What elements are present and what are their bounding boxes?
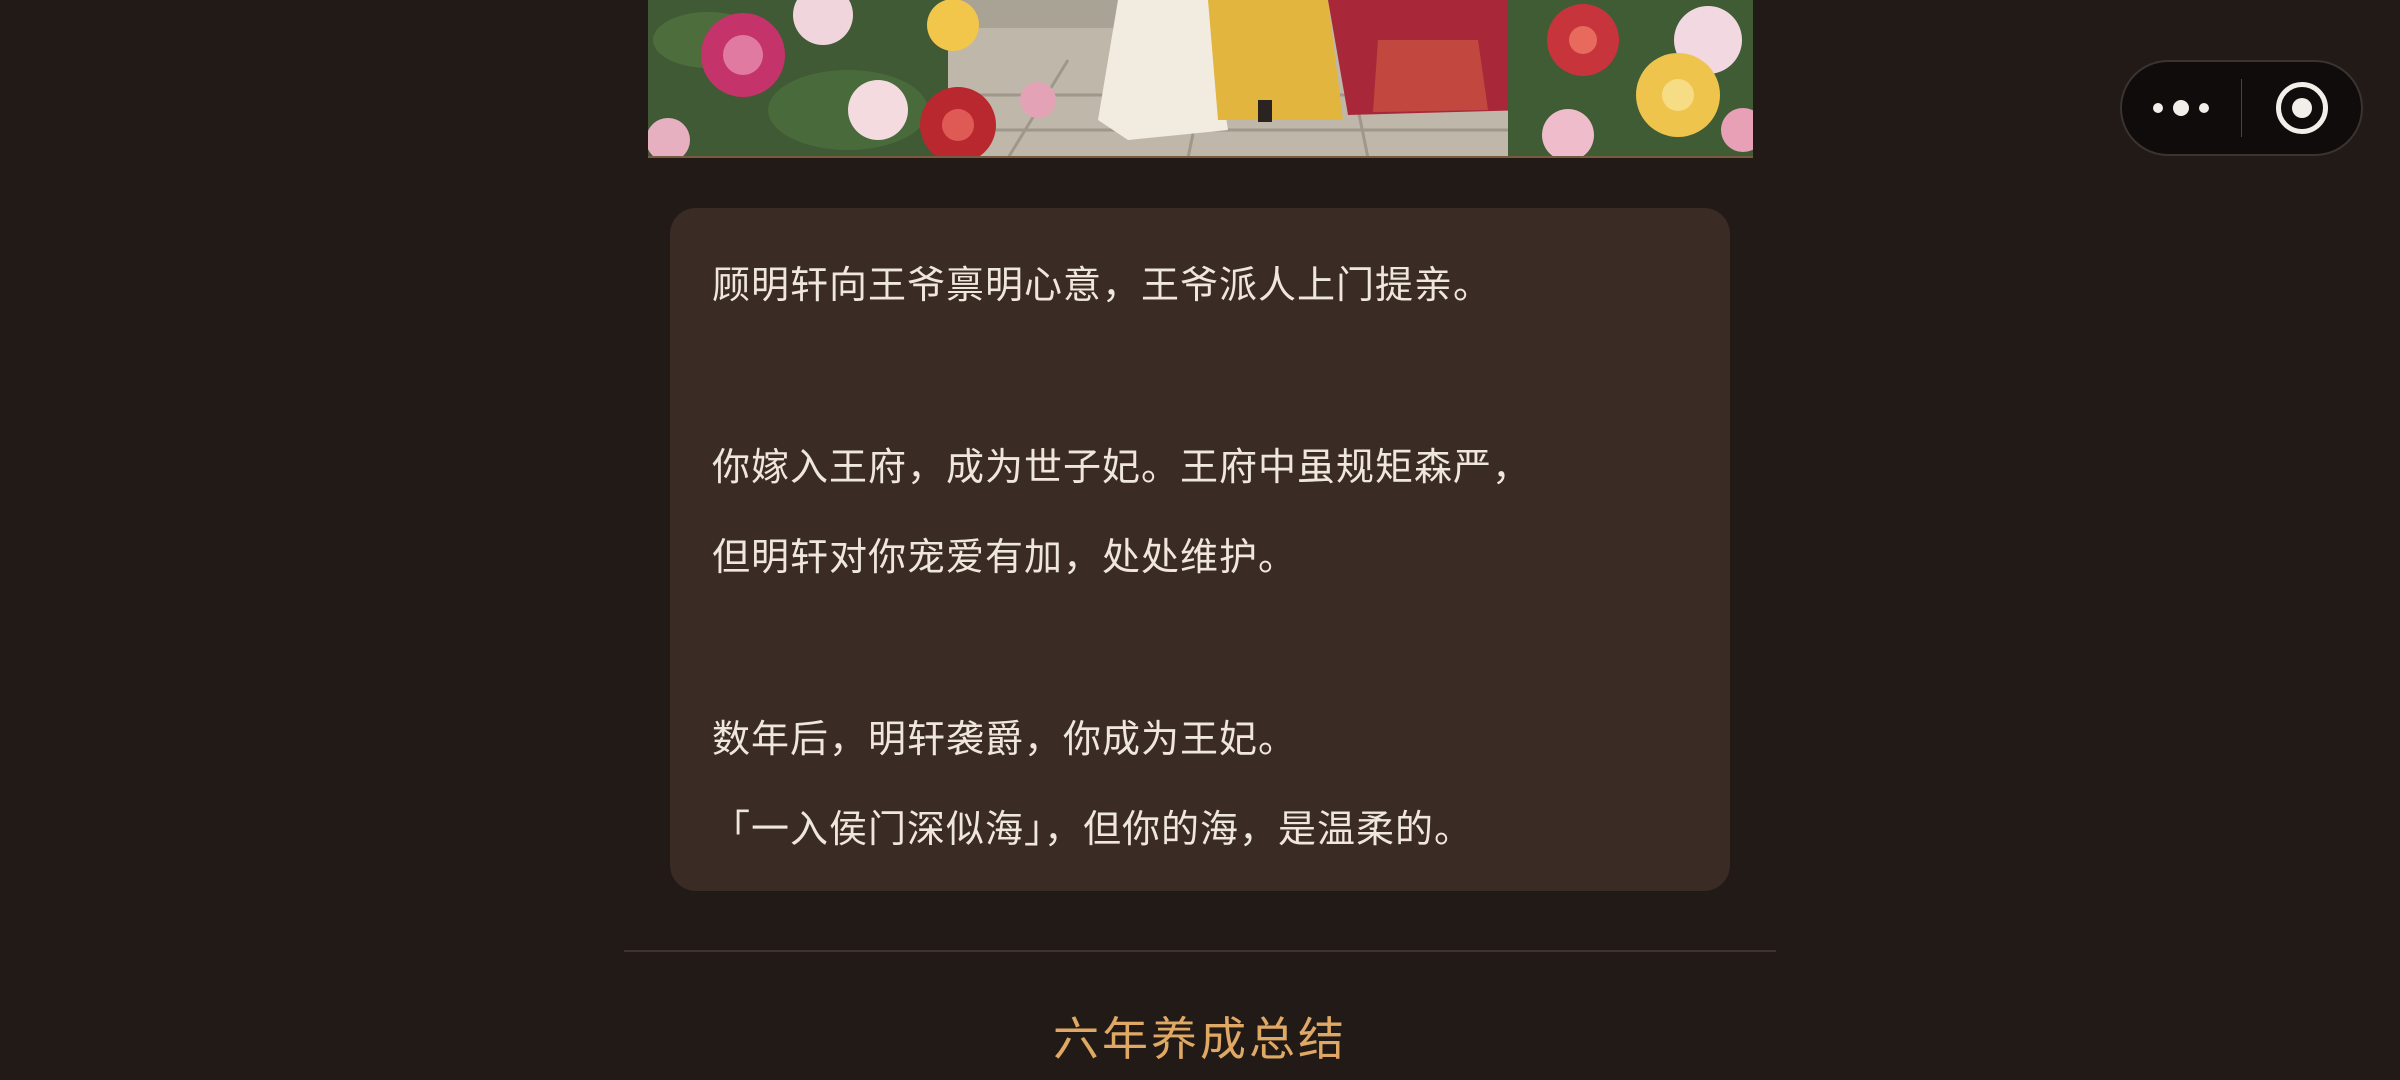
more-dots-icon (2153, 103, 2164, 113)
more-dots-icon-center (2173, 100, 2190, 116)
page: 顾明轩向王爷禀明心意，王爷派人上门提亲。 你嫁入王府，成为世子妃。王府中虽规矩森… (0, 0, 2400, 1080)
story-line: 但明轩对你宠爱有加，处处维护。 (712, 535, 1298, 579)
more-button[interactable] (2122, 62, 2241, 154)
story-illustration (648, 0, 1753, 158)
target-close-icon (2275, 82, 2328, 134)
story-line: 顾明轩向王爷禀明心意，王爷派人上门提亲。 (712, 263, 1493, 307)
story-line: 数年后，明轩袭爵，你成为王妃。 (712, 717, 1298, 761)
story-line: 「一入侯门深似海」，但你的海，是温柔的。 (712, 807, 1474, 851)
story-line: 你嫁入王府，成为世子妃。王府中虽规矩森严， (712, 445, 1532, 489)
scene-illustration (648, 0, 1753, 156)
summary-heading: 六年养成总结 (1053, 1012, 1347, 1066)
more-dots-icon-right (2199, 103, 2210, 113)
close-button[interactable] (2242, 62, 2361, 154)
mini-program-capsule (2120, 60, 2363, 156)
section-divider (624, 950, 1776, 952)
story-card: 顾明轩向王爷禀明心意，王爷派人上门提亲。 你嫁入王府，成为世子妃。王府中虽规矩森… (670, 208, 1730, 891)
